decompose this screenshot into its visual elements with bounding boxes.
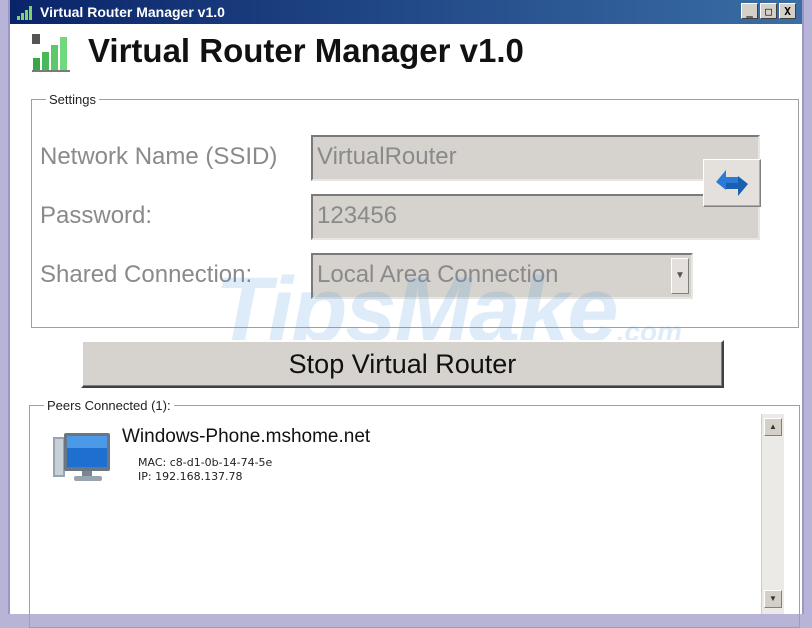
scroll-down-button[interactable]: ▼ [764, 590, 782, 608]
peers-scrollbar[interactable]: ▲ ▼ [761, 414, 784, 614]
close-button[interactable]: X [779, 3, 796, 19]
title-bar[interactable]: Virtual Router Manager v1.0 _ □ X [10, 0, 802, 24]
list-item[interactable]: Windows-Phone.mshome.net MAC: c8-d1-0b-1… [50, 423, 690, 489]
password-input[interactable]: 123456 [311, 194, 760, 240]
signal-bars-icon [32, 34, 70, 72]
signal-bars-icon [17, 6, 32, 20]
peer-mac: MAC: c8-d1-0b-14-74-5e [138, 456, 273, 469]
refresh-arrows-icon [716, 170, 748, 196]
refresh-button[interactable] [703, 159, 761, 207]
peer-ip: IP: 192.168.137.78 [138, 470, 243, 483]
peer-name: Windows-Phone.mshome.net [122, 426, 371, 447]
scroll-up-button[interactable]: ▲ [764, 418, 782, 436]
shared-connection-value: Local Area Connection [317, 261, 559, 288]
app-title: Virtual Router Manager v1.0 [88, 32, 524, 69]
ssid-label: Network Name (SSID) [40, 143, 278, 170]
password-label: Password: [40, 202, 153, 229]
settings-legend: Settings [49, 92, 96, 107]
computer-monitor-icon [53, 433, 110, 481]
window-controls: _ □ X [741, 3, 796, 19]
maximize-button[interactable]: □ [760, 3, 777, 19]
ssid-input[interactable]: VirtualRouter [311, 135, 760, 181]
stop-router-button[interactable]: Stop Virtual Router [81, 340, 724, 388]
app-window: Virtual Router Manager v1.0 _ □ X Virtua… [8, 0, 804, 628]
minimize-button[interactable]: _ [741, 3, 758, 19]
chevron-down-icon[interactable]: ▼ [671, 258, 689, 294]
shared-connection-select[interactable]: Local Area Connection ▼ [311, 253, 693, 299]
shared-connection-label: Shared Connection: [40, 261, 253, 288]
window-title: Virtual Router Manager v1.0 [40, 4, 225, 20]
peers-legend: Peers Connected (1): [47, 398, 171, 413]
